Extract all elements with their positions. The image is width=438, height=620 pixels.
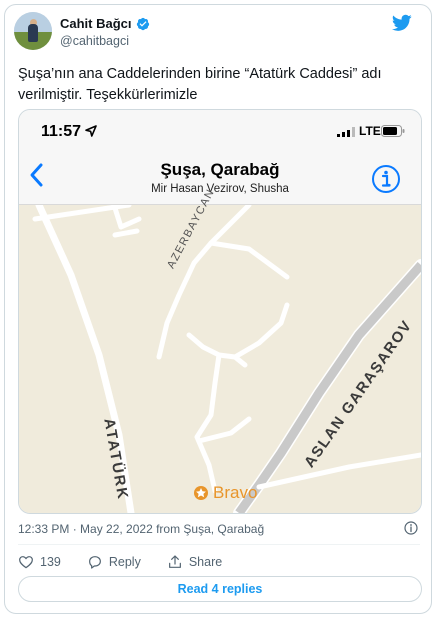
tweet-text: Şuşa’nın ana Caddelerinden birine “Atatü…	[18, 66, 382, 103]
signal-icon	[337, 127, 355, 137]
avatar[interactable]	[14, 12, 52, 50]
tweet-header: Cahit Bağcı @cahitbagci	[14, 12, 414, 56]
verified-icon	[136, 17, 149, 30]
info-icon[interactable]	[371, 164, 401, 194]
reply-label: Reply	[108, 555, 141, 569]
map-label-bravo[interactable]: Bravo	[213, 483, 257, 503]
tweet-timestamp[interactable]: 12:33 PM · May 22, 2022 from Şuşa, Qarab…	[18, 522, 264, 536]
like-button[interactable]: 139	[18, 554, 61, 570]
battery-icon	[381, 125, 405, 137]
reply-icon	[88, 556, 101, 569]
divider	[18, 544, 420, 545]
poi-icon[interactable]	[194, 486, 208, 500]
action-bar: 139 Reply Share	[18, 552, 248, 572]
share-icon	[168, 555, 181, 568]
reply-button[interactable]: Reply	[87, 554, 141, 570]
author-name[interactable]: Cahit Bağcı	[60, 16, 132, 31]
embedded-screenshot[interactable]: 11:57 LTE Şuşa, Qarabağ Mir Hasan Veziro…	[18, 109, 422, 514]
map-view[interactable]: AZERBAYCAN ATATÜRK ASLAN GARAŞAROV Bravo	[19, 187, 421, 513]
author-handle[interactable]: @cahitbagci	[60, 34, 129, 48]
share-label: Share	[188, 555, 223, 569]
location-arrow-icon	[85, 125, 97, 137]
like-count: 139	[40, 555, 61, 569]
status-time: 11:57	[41, 123, 82, 140]
twitter-bird-icon[interactable]	[392, 14, 412, 32]
share-button[interactable]: Share	[167, 554, 222, 570]
network-label: LTE	[359, 124, 381, 138]
info-icon[interactable]	[404, 521, 418, 535]
author-row[interactable]: Cahit Bağcı	[60, 16, 150, 31]
ios-status-bar: 11:57 LTE	[19, 110, 421, 154]
read-replies-button[interactable]: Read 4 replies	[18, 576, 422, 602]
heart-icon	[19, 556, 33, 569]
